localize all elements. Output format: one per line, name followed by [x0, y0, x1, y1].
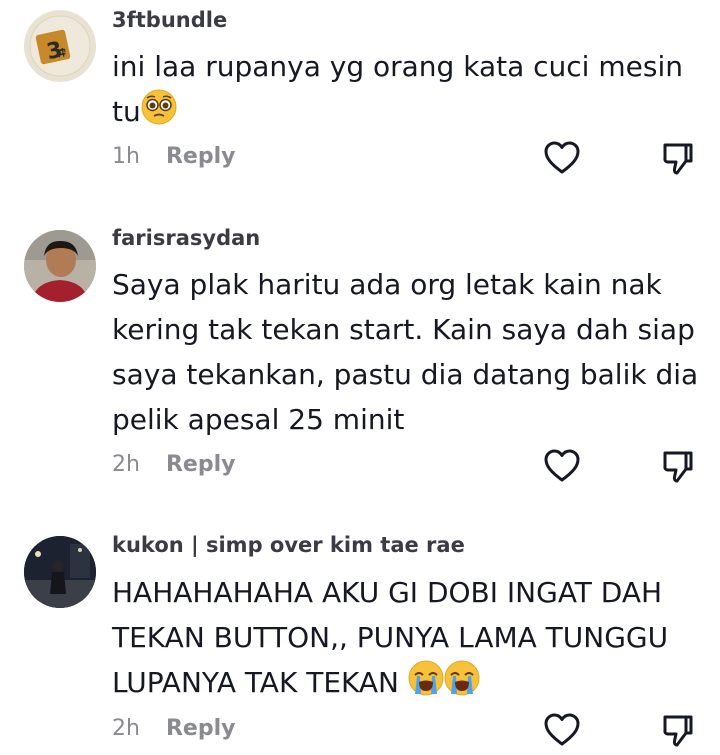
comment-time: 2h [112, 716, 140, 741]
heart-icon[interactable] [543, 712, 581, 748]
comment-meta: 2h Reply [112, 452, 235, 477]
comment-time: 1h [112, 144, 140, 169]
thumbs-down-icon[interactable] [662, 450, 694, 484]
comment-username[interactable]: farisrasydan [112, 226, 260, 250]
comment-meta: 2h Reply [112, 716, 235, 741]
comment-username[interactable]: kukon | simp over kim tae rae [112, 533, 465, 557]
avatar-photo [24, 230, 96, 302]
comment-text: HAHAHAHAHA AKU GI DOBI INGAT DAH TEKAN B… [112, 570, 702, 709]
avatar-photo [24, 536, 96, 608]
comment-text-body: ini laa rupanya yg orang kata cuci mesin… [112, 50, 683, 128]
avatar-logo: 3 ft [24, 10, 96, 82]
thumbs-down-icon[interactable] [662, 142, 694, 176]
comment-time: 2h [112, 452, 140, 477]
comment-text: ini laa rupanya yg orang kata cuci mesin… [112, 44, 702, 138]
loudly-crying-face-icon [408, 660, 444, 709]
thumbs-down-icon[interactable] [662, 714, 694, 748]
reply-button[interactable]: Reply [166, 452, 236, 477]
avatar[interactable] [24, 230, 96, 302]
heart-icon[interactable] [543, 140, 581, 176]
avatar[interactable]: 3 ft [24, 10, 96, 82]
avatar[interactable] [24, 536, 96, 608]
reply-button[interactable]: Reply [166, 716, 236, 741]
comment-text-body: HAHAHAHAHA AKU GI DOBI INGAT DAH TEKAN B… [112, 576, 669, 699]
pleading-face-icon [141, 89, 177, 138]
reply-button[interactable]: Reply [166, 144, 236, 169]
comment-meta: 1h Reply [112, 144, 235, 169]
heart-icon[interactable] [543, 448, 581, 484]
comment-username[interactable]: 3ftbundle [112, 8, 227, 32]
comment-text: Saya plak haritu ada org letak kain nak … [112, 268, 699, 436]
loudly-crying-face-icon [444, 660, 480, 709]
